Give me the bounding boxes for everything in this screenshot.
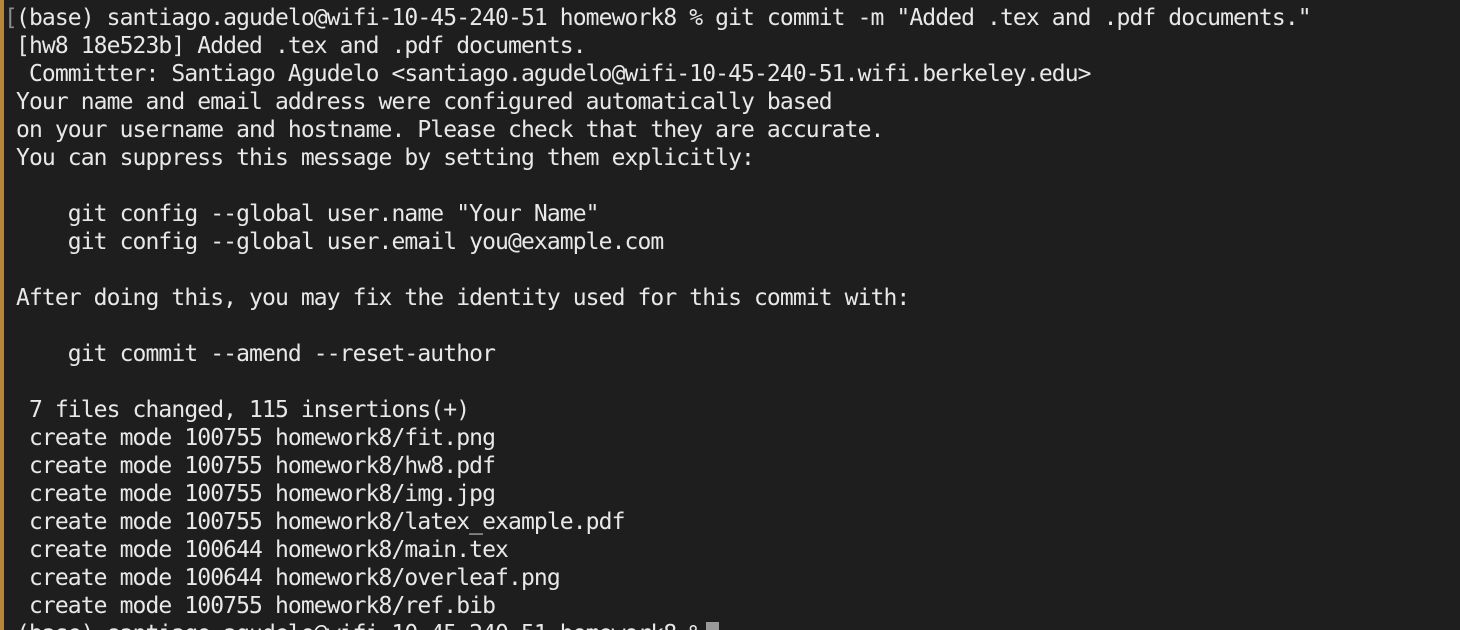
terminal-line: Committer: Santiago Agudelo <santiago.ag… — [16, 61, 1092, 87]
prompt-command-line: (base) santiago.agudelo@wifi-10-45-240-5… — [16, 5, 1312, 31]
terminal-prompt-line[interactable]: (base) santiago.agudelo@wifi-10-45-240-5… — [16, 620, 1311, 630]
terminal-line: create mode 100755 homework8/ref.bib — [16, 593, 496, 619]
terminal-line: Your name and email address were configu… — [16, 89, 833, 115]
text-cursor — [706, 622, 720, 630]
terminal-window[interactable]: [(base) santiago.agudelo@wifi-10-45-240-… — [0, 0, 1460, 630]
terminal-line: git commit --amend --reset-author — [16, 341, 496, 367]
terminal-line: 7 files changed, 115 insertions(+) — [16, 397, 470, 423]
terminal-line: [hw8 18e523b] Added .tex and .pdf docume… — [16, 33, 587, 59]
mark-bracket: [ — [4, 5, 18, 31]
terminal-output: [(base) santiago.agudelo@wifi-10-45-240-… — [4, 4, 1312, 630]
window-edge — [0, 0, 4, 630]
terminal-line: [(base) santiago.agudelo@wifi-10-45-240-… — [4, 4, 1312, 32]
terminal-line: git config --global user.name "Your Name… — [16, 201, 600, 227]
terminal-line: on your username and hostname. Please ch… — [16, 117, 884, 143]
terminal-line: create mode 100755 homework8/hw8.pdf — [16, 453, 496, 479]
shell-prompt: (base) santiago.agudelo@wifi-10-45-240-5… — [16, 621, 703, 630]
terminal-line: create mode 100755 homework8/fit.png — [16, 425, 496, 451]
terminal-line: create mode 100644 homework8/main.tex — [16, 537, 509, 563]
terminal-line: create mode 100644 homework8/overleaf.pn… — [16, 565, 561, 591]
terminal-line: You can suppress this message by setting… — [16, 145, 755, 171]
terminal-line: After doing this, you may fix the identi… — [16, 285, 910, 311]
terminal-line: create mode 100755 homework8/img.jpg — [16, 481, 496, 507]
terminal-line: git config --global user.email you@examp… — [16, 229, 664, 255]
terminal-line: create mode 100755 homework8/latex_examp… — [16, 509, 625, 535]
